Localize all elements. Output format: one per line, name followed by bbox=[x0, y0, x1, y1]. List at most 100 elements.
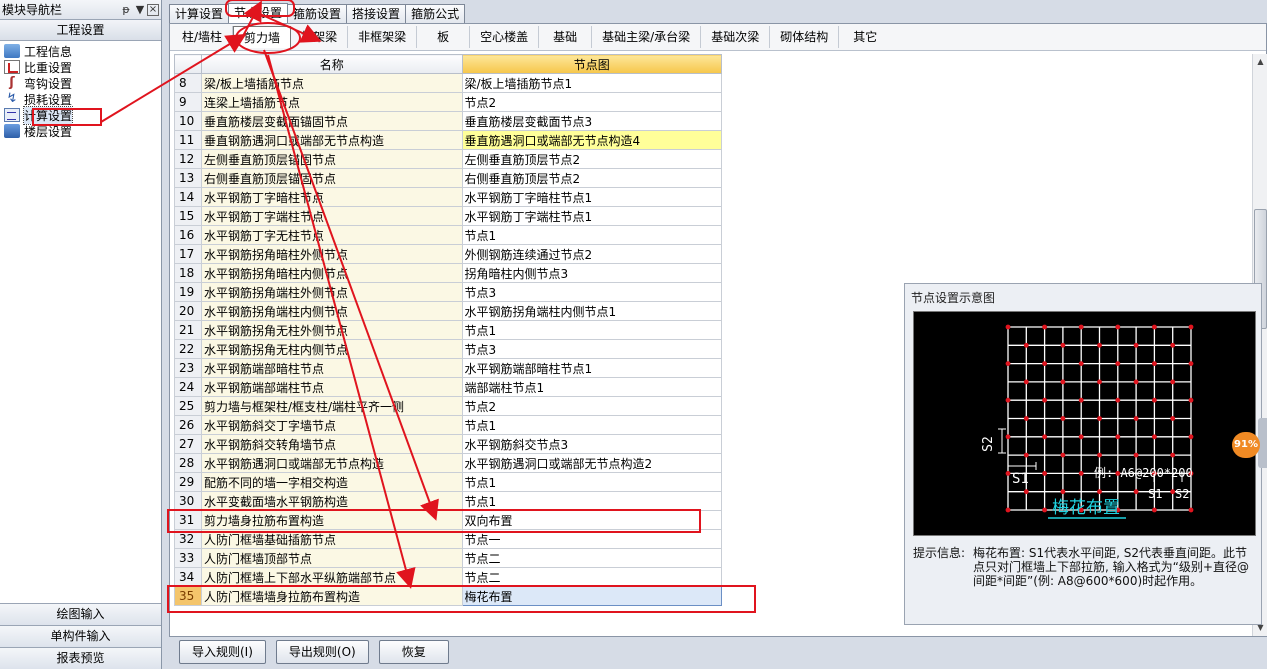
table-row[interactable]: 13 右侧垂直筋顶层锚固节点 右侧垂直筋顶层节点2 bbox=[174, 168, 722, 188]
import-rules-button[interactable]: 导入规则(I) bbox=[179, 640, 266, 664]
column-header-name[interactable]: 名称 bbox=[200, 54, 463, 74]
node-name-cell[interactable]: 左侧垂直筋顶层锚固节点 bbox=[200, 149, 463, 169]
subtab-foundation-main-beam[interactable]: 基础主梁/承台梁 bbox=[592, 26, 702, 48]
node-name-cell[interactable]: 水平钢筋拐角无柱内侧节点 bbox=[200, 339, 463, 359]
node-diagram-cell[interactable]: 水平钢筋拐角端柱内侧节点1 bbox=[461, 301, 722, 321]
node-diagram-cell[interactable]: 节点一 bbox=[461, 529, 722, 549]
node-name-cell[interactable]: 剪力墙身拉筋布置构造 bbox=[200, 510, 463, 530]
node-diagram-cell[interactable]: 右侧垂直筋顶层节点2 bbox=[461, 168, 722, 188]
table-row[interactable]: 24 水平钢筋端部端柱节点 端部端柱节点1 bbox=[174, 377, 722, 397]
node-name-cell[interactable]: 水平钢筋斜交丁字墙节点 bbox=[200, 415, 463, 435]
node-diagram-cell[interactable]: 梅花布置 bbox=[461, 586, 722, 606]
tab-node-settings[interactable]: 节点设置 bbox=[228, 3, 289, 23]
table-row[interactable]: 31 剪力墙身拉筋布置构造 双向布置 bbox=[174, 510, 722, 530]
subtab-slab[interactable]: 板 bbox=[417, 26, 471, 48]
node-name-cell[interactable]: 人防门框墙顶部节点 bbox=[200, 548, 463, 568]
node-diagram-cell[interactable]: 垂直筋楼层变截面节点3 bbox=[461, 111, 722, 131]
node-name-cell[interactable]: 梁/板上墙插筋节点 bbox=[200, 73, 463, 93]
table-row[interactable]: 34 人防门框墙上下部水平纵筋端部节点 节点二 bbox=[174, 567, 722, 587]
node-diagram-cell[interactable]: 水平钢筋丁字暗柱节点1 bbox=[461, 187, 722, 207]
subtab-foundation-secondary-beam[interactable]: 基础次梁 bbox=[701, 26, 771, 48]
scroll-up-icon[interactable]: ▲ bbox=[1253, 54, 1267, 70]
nav-section-header[interactable]: 工程设置 bbox=[0, 20, 161, 41]
table-row[interactable]: 15 水平钢筋丁字端柱节点 水平钢筋丁字端柱节点1 bbox=[174, 206, 722, 226]
table-row[interactable]: 30 水平变截面墙水平钢筋构造 节点1 bbox=[174, 491, 722, 511]
node-name-cell[interactable]: 人防门框墙基础插筋节点 bbox=[200, 529, 463, 549]
dropdown-icon[interactable]: ▼ bbox=[133, 3, 147, 16]
node-diagram-cell[interactable]: 水平钢筋斜交节点3 bbox=[461, 434, 722, 454]
table-row[interactable]: 28 水平钢筋遇洞口或端部无节点构造 水平钢筋遇洞口或端部无节点构造2 bbox=[174, 453, 722, 473]
node-diagram-cell[interactable]: 节点3 bbox=[461, 339, 722, 359]
tab-stirrup-settings[interactable]: 箍筋设置 bbox=[287, 4, 348, 23]
node-diagram-cell[interactable]: 节点1 bbox=[461, 491, 722, 511]
nav-item-hook[interactable]: ʃ 弯钩设置 bbox=[4, 75, 161, 91]
node-name-cell[interactable]: 水平钢筋遇洞口或端部无节点构造 bbox=[200, 453, 463, 473]
node-name-cell[interactable]: 垂直筋楼层变截面锚固节点 bbox=[200, 111, 463, 131]
nav-single-component-input[interactable]: 单构件输入 bbox=[0, 625, 161, 647]
node-name-cell[interactable]: 水平钢筋丁字端柱节点 bbox=[200, 206, 463, 226]
table-row[interactable]: 17 水平钢筋拐角暗柱外侧节点 外侧钢筋连续通过节点2 bbox=[174, 244, 722, 264]
node-diagram-cell[interactable]: 水平钢筋丁字端柱节点1 bbox=[461, 206, 722, 226]
node-name-cell[interactable]: 剪力墙与框架柱/框支柱/端柱平齐一侧 bbox=[200, 396, 463, 416]
node-name-cell[interactable]: 人防门框墙上下部水平纵筋端部节点 bbox=[200, 567, 463, 587]
subtab-frame-beam[interactable]: 框架梁 bbox=[291, 26, 349, 48]
node-name-cell[interactable]: 配筋不同的墙一字相交构造 bbox=[200, 472, 463, 492]
subtab-other[interactable]: 其它 bbox=[839, 26, 891, 48]
pin-icon[interactable]: ᵽ bbox=[119, 3, 133, 16]
table-row[interactable]: 18 水平钢筋拐角暗柱内侧节点 拐角暗柱内侧节点3 bbox=[174, 263, 722, 283]
node-name-cell[interactable]: 水平钢筋拐角无柱外侧节点 bbox=[200, 320, 463, 340]
table-row[interactable]: 21 水平钢筋拐角无柱外侧节点 节点1 bbox=[174, 320, 722, 340]
node-name-cell[interactable]: 水平钢筋拐角暗柱内侧节点 bbox=[200, 263, 463, 283]
table-row[interactable]: 33 人防门框墙顶部节点 节点二 bbox=[174, 548, 722, 568]
tab-calc-settings[interactable]: 计算设置 bbox=[169, 4, 230, 23]
node-diagram-cell[interactable]: 水平钢筋端部暗柱节点1 bbox=[461, 358, 722, 378]
table-row[interactable]: 20 水平钢筋拐角端柱内侧节点 水平钢筋拐角端柱内侧节点1 bbox=[174, 301, 722, 321]
subtab-masonry[interactable]: 砌体结构 bbox=[770, 26, 840, 48]
table-row[interactable]: 25 剪力墙与框架柱/框支柱/端柱平齐一侧 节点2 bbox=[174, 396, 722, 416]
node-name-cell[interactable]: 右侧垂直筋顶层锚固节点 bbox=[200, 168, 463, 188]
node-name-cell[interactable]: 水平钢筋拐角端柱外侧节点 bbox=[200, 282, 463, 302]
node-diagram-cell[interactable]: 节点1 bbox=[461, 472, 722, 492]
nav-item-floor[interactable]: 楼层设置 bbox=[4, 123, 161, 139]
node-diagram-cell[interactable]: 梁/板上墙插筋节点1 bbox=[461, 73, 722, 93]
column-header-node[interactable]: 节点图 bbox=[461, 54, 722, 74]
restore-button[interactable]: 恢复 bbox=[378, 640, 449, 664]
node-diagram-cell[interactable]: 外侧钢筋连续通过节点2 bbox=[461, 244, 722, 264]
node-name-cell[interactable]: 连梁上墙插筋节点 bbox=[200, 92, 463, 112]
node-name-cell[interactable]: 水平钢筋拐角暗柱外侧节点 bbox=[200, 244, 463, 264]
close-icon[interactable]: × bbox=[147, 3, 159, 16]
node-diagram-cell[interactable]: 节点1 bbox=[461, 225, 722, 245]
subtab-hollow-floor[interactable]: 空心楼盖 bbox=[470, 26, 540, 48]
node-diagram-cell[interactable]: 水平钢筋遇洞口或端部无节点构造2 bbox=[461, 453, 722, 473]
node-diagram-cell[interactable]: 节点二 bbox=[461, 548, 722, 568]
node-name-cell[interactable]: 垂直钢筋遇洞口或端部无节点构造 bbox=[200, 130, 463, 150]
node-name-cell[interactable]: 水平变截面墙水平钢筋构造 bbox=[200, 491, 463, 511]
node-name-cell[interactable]: 人防门框墙墙身拉筋布置构造 bbox=[200, 586, 463, 606]
node-diagram-cell[interactable]: 节点3 bbox=[461, 282, 722, 302]
subtab-shear-wall[interactable]: 剪力墙 bbox=[233, 26, 292, 48]
table-row[interactable]: 29 配筋不同的墙一字相交构造 节点1 bbox=[174, 472, 722, 492]
node-diagram-cell[interactable]: 节点2 bbox=[461, 396, 722, 416]
subtab-column[interactable]: 柱/墙柱 bbox=[172, 26, 234, 48]
nav-item-loss[interactable]: ↯ 损耗设置 bbox=[4, 91, 161, 107]
tab-stirrup-formula[interactable]: 箍筋公式 bbox=[405, 4, 466, 23]
node-diagram-cell[interactable]: 左侧垂直筋顶层节点2 bbox=[461, 149, 722, 169]
table-row[interactable]: 12 左侧垂直筋顶层锚固节点 左侧垂直筋顶层节点2 bbox=[174, 149, 722, 169]
table-row[interactable]: 16 水平钢筋丁字无柱节点 节点1 bbox=[174, 225, 722, 245]
node-diagram-cell[interactable]: 垂直筋遇洞口或端部无节点构造4 bbox=[461, 130, 722, 150]
node-name-cell[interactable]: 水平钢筋端部暗柱节点 bbox=[200, 358, 463, 378]
node-diagram-cell[interactable]: 节点1 bbox=[461, 415, 722, 435]
node-diagram-cell[interactable]: 双向布置 bbox=[461, 510, 722, 530]
tab-lap-settings[interactable]: 搭接设置 bbox=[346, 4, 407, 23]
table-row[interactable]: 11 垂直钢筋遇洞口或端部无节点构造 垂直筋遇洞口或端部无节点构造4 bbox=[174, 130, 722, 150]
table-row[interactable]: 19 水平钢筋拐角端柱外侧节点 节点3 bbox=[174, 282, 722, 302]
table-row[interactable]: 26 水平钢筋斜交丁字墙节点 节点1 bbox=[174, 415, 722, 435]
table-row[interactable]: 22 水平钢筋拐角无柱内侧节点 节点3 bbox=[174, 339, 722, 359]
nav-drawing-input[interactable]: 绘图输入 bbox=[0, 603, 161, 625]
nav-item-ratio[interactable]: 比重设置 bbox=[4, 59, 161, 75]
table-row[interactable]: 10 垂直筋楼层变截面锚固节点 垂直筋楼层变截面节点3 bbox=[174, 111, 722, 131]
table-row[interactable]: 8 梁/板上墙插筋节点 梁/板上墙插筋节点1 bbox=[174, 73, 722, 93]
node-diagram-cell[interactable]: 拐角暗柱内侧节点3 bbox=[461, 263, 722, 283]
table-row[interactable]: 9 连梁上墙插筋节点 节点2 bbox=[174, 92, 722, 112]
node-diagram-cell[interactable]: 节点二 bbox=[461, 567, 722, 587]
